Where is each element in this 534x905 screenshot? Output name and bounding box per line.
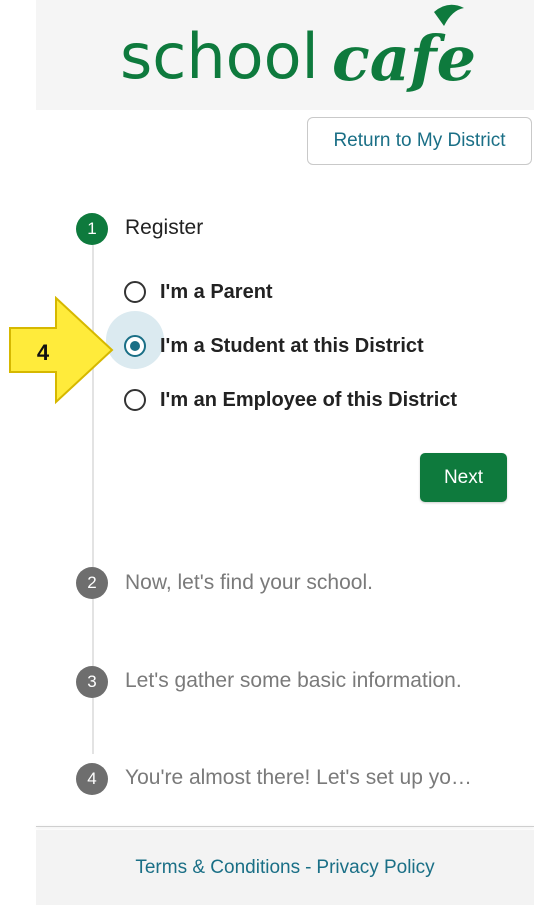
app-header: school cafe	[36, 0, 534, 110]
option-employee[interactable]: I'm an Employee of this District	[124, 383, 457, 417]
schoolcafe-logo: school cafe	[120, 4, 476, 95]
option-parent[interactable]: I'm a Parent	[124, 275, 273, 309]
step-1-indicator: 1	[76, 213, 108, 245]
option-student[interactable]: I'm a Student at this District	[124, 329, 424, 363]
step-3-indicator: 3	[76, 666, 108, 698]
option-student-label: I'm a Student at this District	[160, 334, 424, 357]
privacy-link[interactable]: Privacy Policy	[316, 857, 434, 879]
radio-employee[interactable]	[124, 389, 146, 411]
step-1-label: Register	[125, 216, 204, 239]
step-3-label: Let's gather some basic information.	[125, 669, 462, 692]
step-4-indicator: 4	[76, 763, 108, 795]
footer-separator: -	[305, 856, 312, 878]
next-button[interactable]: Next	[420, 453, 507, 502]
option-parent-label: I'm a Parent	[160, 280, 273, 303]
logo-text-cafe: cafe	[332, 22, 476, 95]
terms-link[interactable]: Terms & Conditions	[135, 857, 300, 879]
step-2-label: Now, let's find your school.	[125, 571, 373, 594]
option-employee-label: I'm an Employee of this District	[160, 388, 458, 411]
footer: Terms & Conditions - Privacy Policy	[36, 830, 534, 905]
radio-student[interactable]	[124, 335, 146, 357]
card-bottom-edge	[36, 826, 534, 827]
step-2-indicator: 2	[76, 567, 108, 599]
radio-parent[interactable]	[124, 281, 146, 303]
return-to-district-button[interactable]: Return to My District	[307, 117, 532, 165]
logo-text-school: school	[120, 20, 319, 93]
callout-step-number: 4	[36, 340, 50, 365]
step-4-label: You're almost there! Let's set up yo…	[125, 766, 472, 789]
